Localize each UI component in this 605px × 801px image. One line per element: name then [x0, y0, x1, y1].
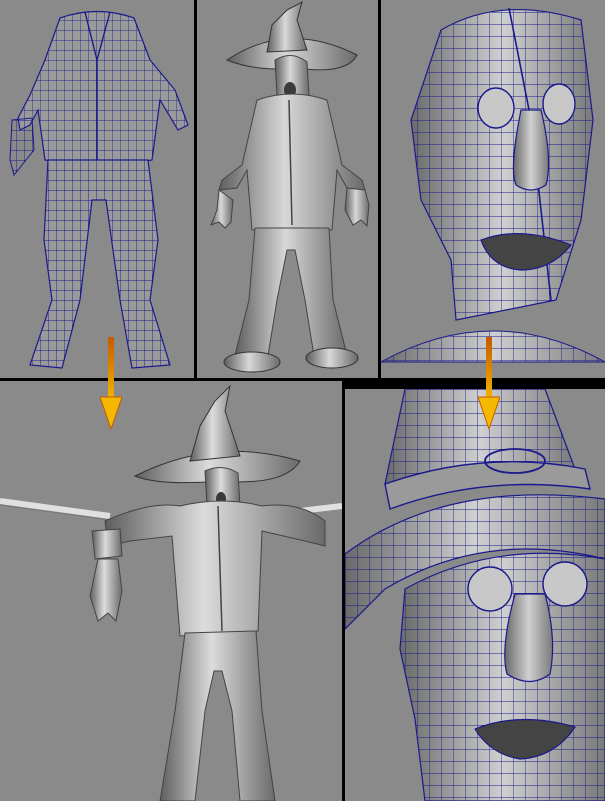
trousers	[223, 227, 359, 373]
left-cuff-hand	[9, 117, 35, 177]
trousers	[159, 630, 276, 801]
panel-shaded-standing	[197, 0, 378, 378]
down-arrow-icon	[478, 337, 500, 431]
panel-wireframe-body	[0, 0, 194, 378]
wireframe-body-render	[9, 10, 189, 369]
left-hand	[89, 528, 123, 623]
down-arrow-icon	[100, 337, 122, 431]
nose	[512, 109, 550, 191]
panel-shaded-arms-out	[0, 381, 342, 801]
jacket-arms	[104, 500, 326, 637]
suit-jacket	[17, 10, 189, 166]
shaded-standing-render	[210, 1, 370, 373]
shaded-arms-out-render	[0, 384, 342, 801]
head-mesh	[410, 7, 594, 321]
wireframe-hat-head-render	[345, 389, 605, 801]
jacket	[218, 93, 366, 231]
wireframe-head-render	[381, 7, 605, 363]
panel-wireframe-head	[381, 0, 605, 378]
panel-wireframe-hat-head	[345, 389, 605, 801]
nose	[504, 593, 554, 683]
